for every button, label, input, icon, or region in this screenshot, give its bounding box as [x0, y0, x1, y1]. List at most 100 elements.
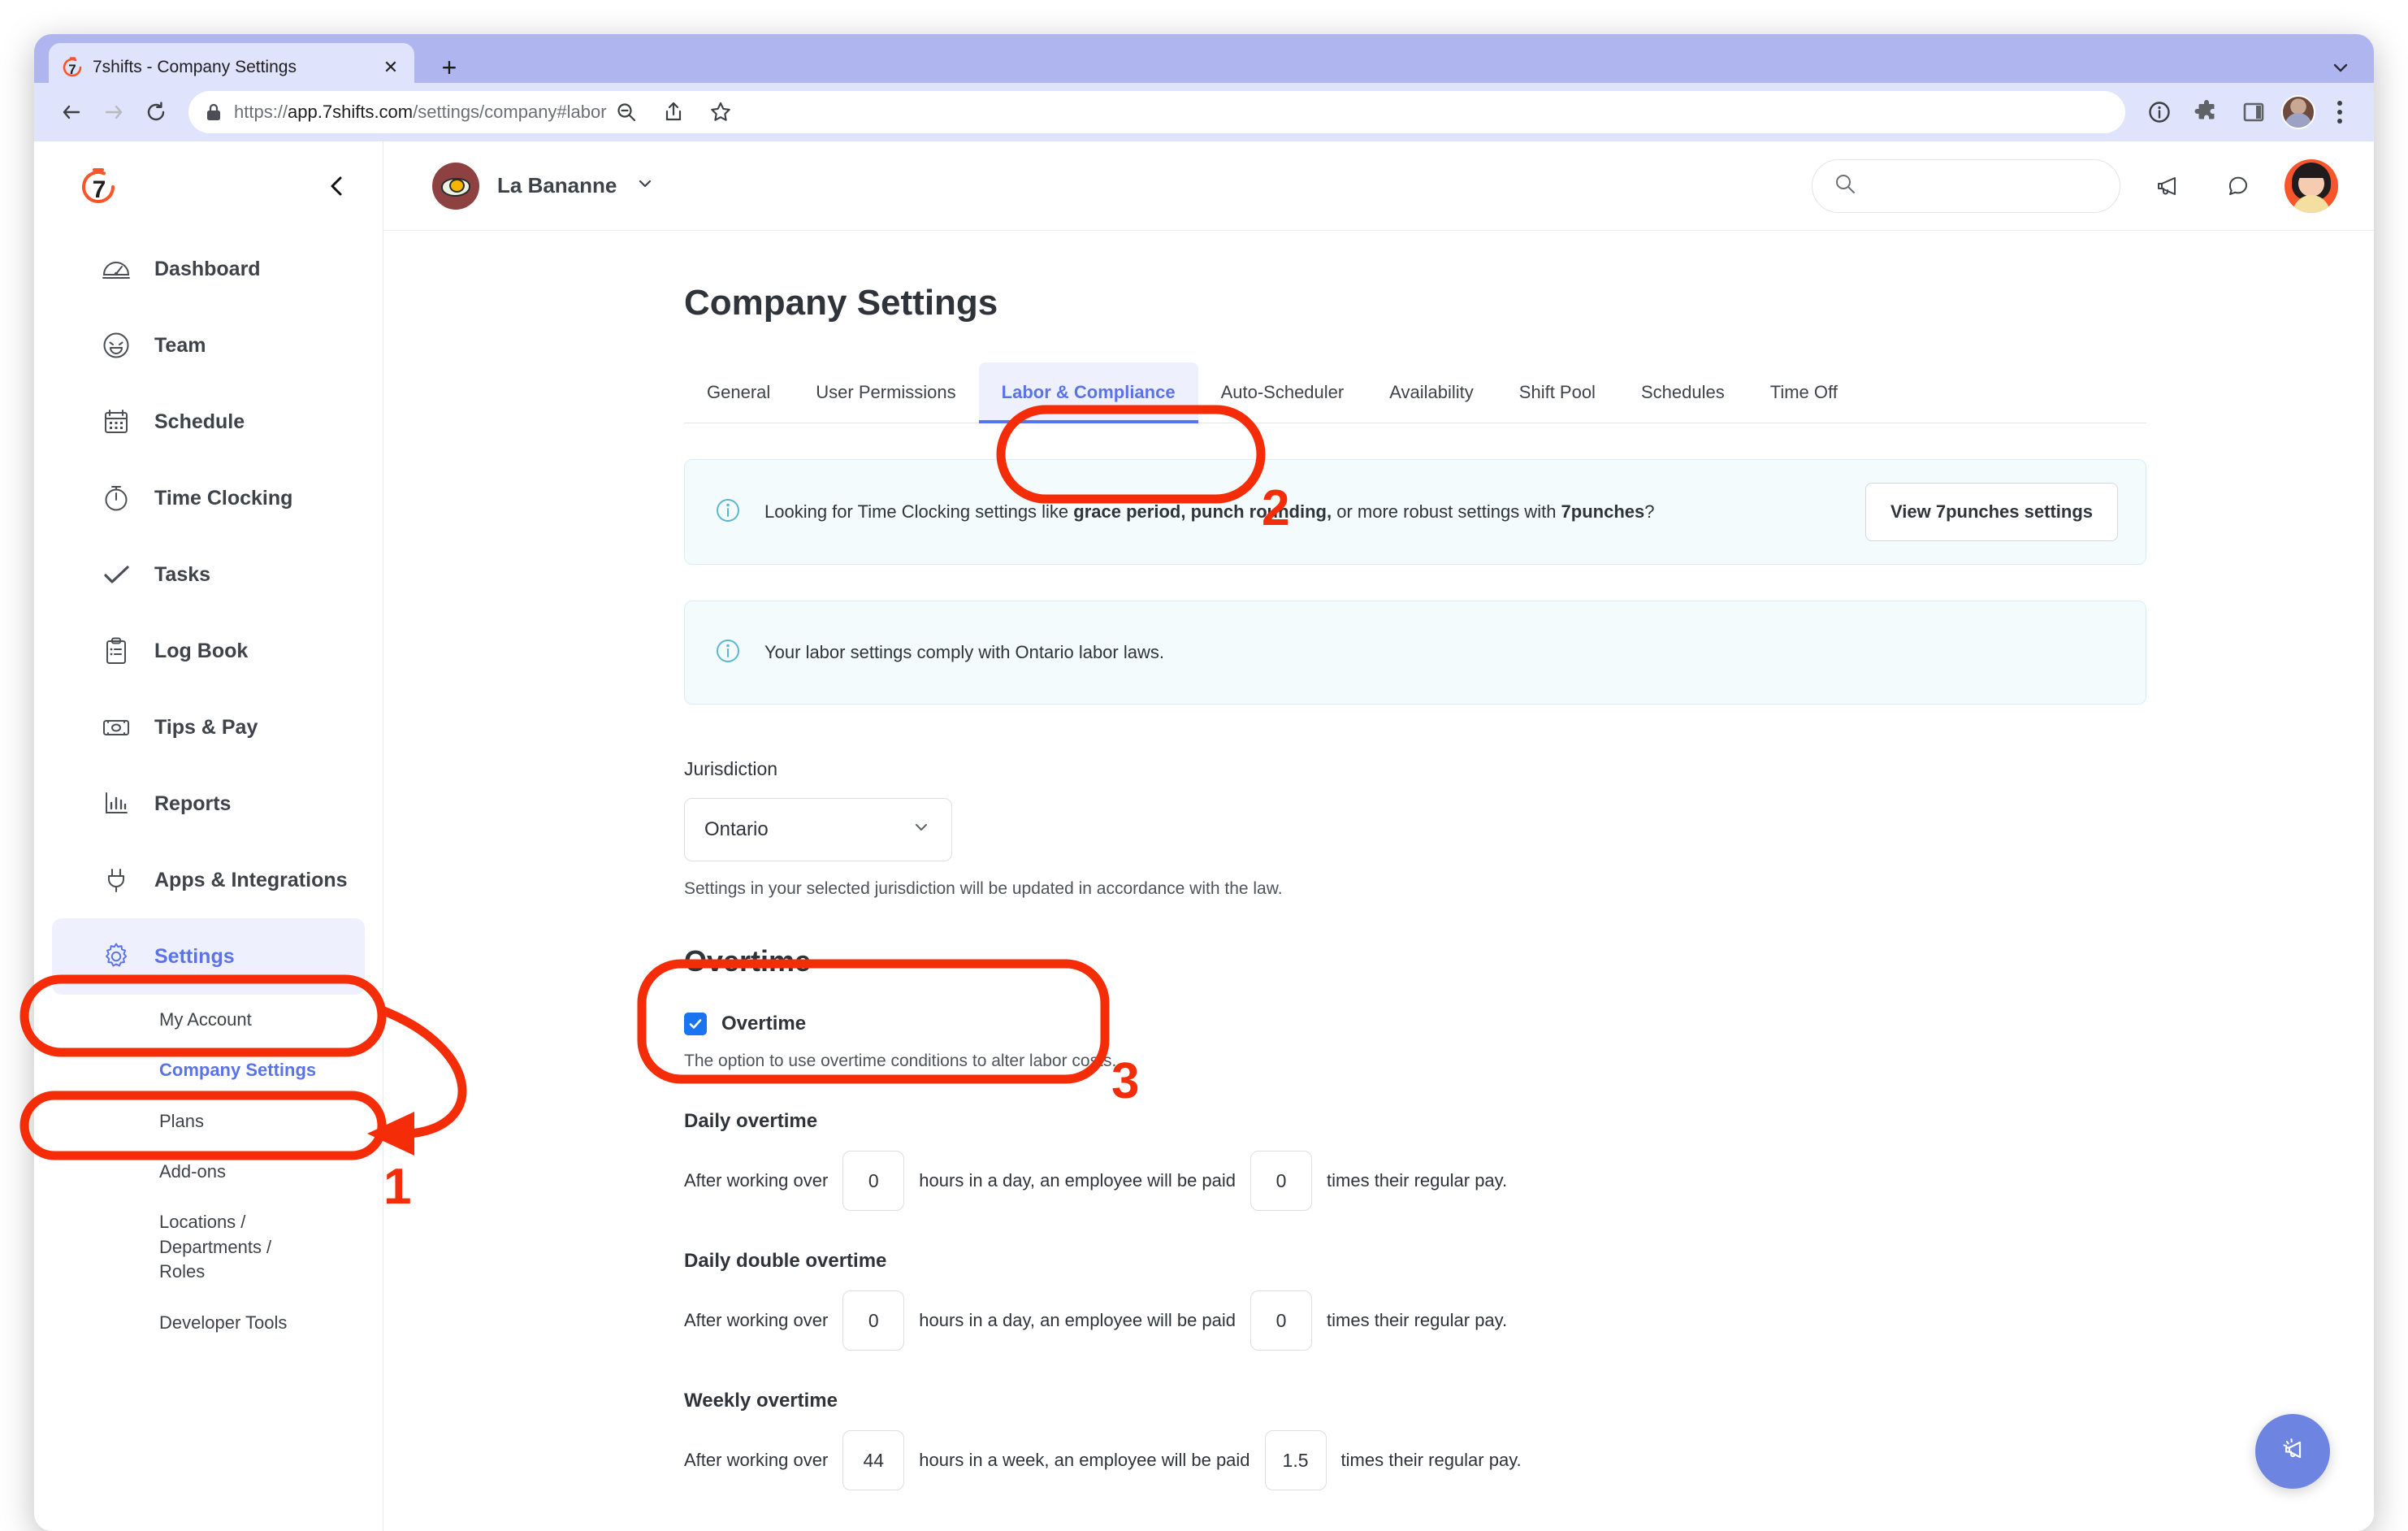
user-avatar[interactable] — [2285, 158, 2338, 213]
sidebar: 7 Dashboard Team Schedule Time Clocking … — [34, 141, 383, 1531]
app-header: La Bananne — [383, 141, 2374, 231]
address-bar[interactable]: https://app.7shifts.com/settings/company… — [188, 91, 2125, 133]
rule-middle: hours in a day, an employee will be paid — [919, 1310, 1236, 1330]
banner-text: Your labor settings comply with Ontario … — [764, 642, 1164, 663]
daily-double-overtime-multiplier-input[interactable]: 0 — [1250, 1290, 1313, 1351]
daily-double-overtime-hours-input[interactable]: 0 — [842, 1290, 905, 1351]
omnibox-actions — [607, 93, 745, 132]
daily-overtime-heading: Daily overtime — [684, 1110, 818, 1132]
back-arrow-icon[interactable] — [52, 93, 91, 132]
sidebar-item-reports[interactable]: Reports — [52, 766, 365, 842]
share-icon[interactable] — [654, 93, 693, 132]
calendar-icon — [99, 406, 133, 438]
chevron-down-icon — [911, 817, 932, 844]
lock-icon — [203, 102, 224, 122]
banner-text: Looking for Time Clocking settings like … — [764, 501, 1655, 523]
timeclocking-info-banner: Looking for Time Clocking settings like … — [684, 459, 2146, 565]
sidebar-item-schedule[interactable]: Schedule — [52, 384, 365, 460]
sidebar-subitem-my-account[interactable]: My Account — [34, 995, 383, 1045]
sidebar-item-team[interactable]: Team — [52, 307, 365, 384]
daily-double-overtime-row: After working over 0 hours in a day, an … — [684, 1290, 2146, 1351]
weekly-overtime-hours-input[interactable]: 44 — [842, 1430, 905, 1490]
rule-prefix: After working over — [684, 1310, 829, 1330]
sidebar-item-label: Schedule — [154, 410, 245, 433]
jurisdiction-select[interactable]: Ontario — [684, 798, 952, 861]
search-input[interactable] — [1869, 176, 2098, 196]
chat-speech-bubble-icon[interactable] — [2213, 161, 2263, 211]
view-7punches-settings-button[interactable]: View 7punches settings — [1864, 483, 2118, 541]
overtime-checkbox[interactable] — [684, 1013, 707, 1035]
browser-toolbar: https://app.7shifts.com/settings/company… — [34, 83, 2374, 141]
sidebar-item-settings[interactable]: Settings — [52, 918, 365, 995]
sidebar-item-tips-and-pay[interactable]: Tips & Pay — [52, 689, 365, 766]
sidebar-item-log-book[interactable]: Log Book — [52, 613, 365, 689]
side-panel-icon[interactable] — [2234, 93, 2273, 132]
sidebar-subitem-company-settings[interactable]: Company Settings — [34, 1045, 383, 1095]
daily-overtime-hours-input[interactable]: 0 — [842, 1151, 905, 1211]
daily-overtime-row: After working over 0 hours in a day, an … — [684, 1151, 2146, 1211]
announcements-fab-button[interactable] — [2255, 1414, 2330, 1489]
reload-icon[interactable] — [136, 93, 175, 132]
sidebar-item-apps-integrations[interactable]: Apps & Integrations — [52, 842, 365, 918]
rule-middle: hours in a week, an employee will be pai… — [919, 1450, 1250, 1470]
settings-tabs: General User Permissions Labor & Complia… — [684, 362, 2146, 423]
daily-double-overtime-heading: Daily double overtime — [684, 1250, 887, 1272]
clipboard-icon — [99, 635, 133, 667]
stopwatch-icon — [99, 482, 133, 514]
plug-icon — [99, 864, 133, 896]
sidebar-item-label: Team — [154, 333, 206, 357]
rule-prefix: After working over — [684, 1170, 829, 1191]
tab-time-off[interactable]: Time Off — [1748, 362, 1860, 423]
tab-schedules[interactable]: Schedules — [1618, 362, 1748, 423]
puzzle-piece-icon[interactable] — [2187, 93, 2226, 132]
address-bar-url: https://app.7shifts.com/settings/company… — [234, 102, 607, 122]
sidebar-item-time-clocking[interactable]: Time Clocking — [52, 460, 365, 536]
weekly-overtime-multiplier-input[interactable]: 1.5 — [1264, 1430, 1327, 1490]
announcements-megaphone-icon[interactable] — [2142, 161, 2192, 211]
sidebar-subitem-add-ons[interactable]: Add-ons — [34, 1147, 383, 1197]
info-circle-icon[interactable] — [2140, 93, 2179, 132]
sidebar-item-tasks[interactable]: Tasks — [52, 536, 365, 613]
sidebar-item-dashboard[interactable]: Dashboard — [52, 231, 365, 307]
7shifts-logo-icon[interactable]: 7 — [76, 164, 120, 208]
tab-labor-and-compliance[interactable]: Labor & Compliance — [978, 362, 1198, 423]
browser-toolbar-right — [2140, 93, 2356, 132]
sidebar-item-label: Settings — [154, 944, 235, 968]
tab-shift-pool[interactable]: Shift Pool — [1496, 362, 1618, 423]
bar-chart-icon — [99, 787, 133, 820]
daily-overtime-multiplier-input[interactable]: 0 — [1250, 1151, 1313, 1211]
jurisdiction-value: Ontario — [704, 818, 769, 840]
tab-general[interactable]: General — [684, 362, 793, 423]
sidebar-subitem-locations-departments-roles[interactable]: Locations / Departments / Roles — [34, 1197, 302, 1297]
company-switcher[interactable]: La Bananne — [432, 162, 656, 210]
tab-user-permissions[interactable]: User Permissions — [793, 362, 978, 423]
star-icon[interactable] — [701, 93, 740, 132]
overtime-checkbox-label: Overtime — [721, 1013, 807, 1034]
rule-suffix: times their regular pay. — [1340, 1450, 1522, 1470]
app-viewport: 7 Dashboard Team Schedule Time Clocking … — [34, 141, 2374, 1531]
forward-arrow-icon[interactable] — [94, 93, 133, 132]
jurisdiction-label: Jurisdiction — [684, 758, 778, 779]
close-icon[interactable]: ✕ — [379, 55, 403, 80]
banknote-icon — [99, 711, 133, 744]
overtime-checkbox-row[interactable]: Overtime — [684, 1013, 2146, 1035]
chrome-profile-avatar[interactable] — [2281, 95, 2315, 129]
search-icon — [1834, 172, 1856, 199]
smiley-face-icon — [99, 329, 133, 362]
sidebar-item-label: Log Book — [154, 639, 249, 662]
collapse-sidebar-icon[interactable] — [321, 170, 353, 202]
global-search[interactable] — [1812, 158, 2120, 213]
tab-auto-scheduler[interactable]: Auto-Scheduler — [1198, 362, 1367, 423]
zoom-out-icon[interactable] — [607, 93, 646, 132]
three-dots-icon[interactable] — [2324, 94, 2356, 130]
sidebar-subitem-plans[interactable]: Plans — [34, 1096, 383, 1147]
sidebar-item-label: Apps & Integrations — [154, 868, 348, 891]
tab-availability[interactable]: Availability — [1366, 362, 1496, 423]
sidebar-subitem-developer-tools[interactable]: Developer Tools — [34, 1298, 383, 1348]
new-tab-button[interactable]: + — [434, 52, 465, 83]
chevron-down-icon[interactable] — [2327, 54, 2354, 81]
browser-tab-strip: 7 7shifts - Company Settings ✕ + — [34, 34, 2374, 92]
svg-text:7: 7 — [93, 176, 106, 203]
page-title: Company Settings — [684, 283, 998, 323]
gear-icon — [99, 940, 133, 973]
